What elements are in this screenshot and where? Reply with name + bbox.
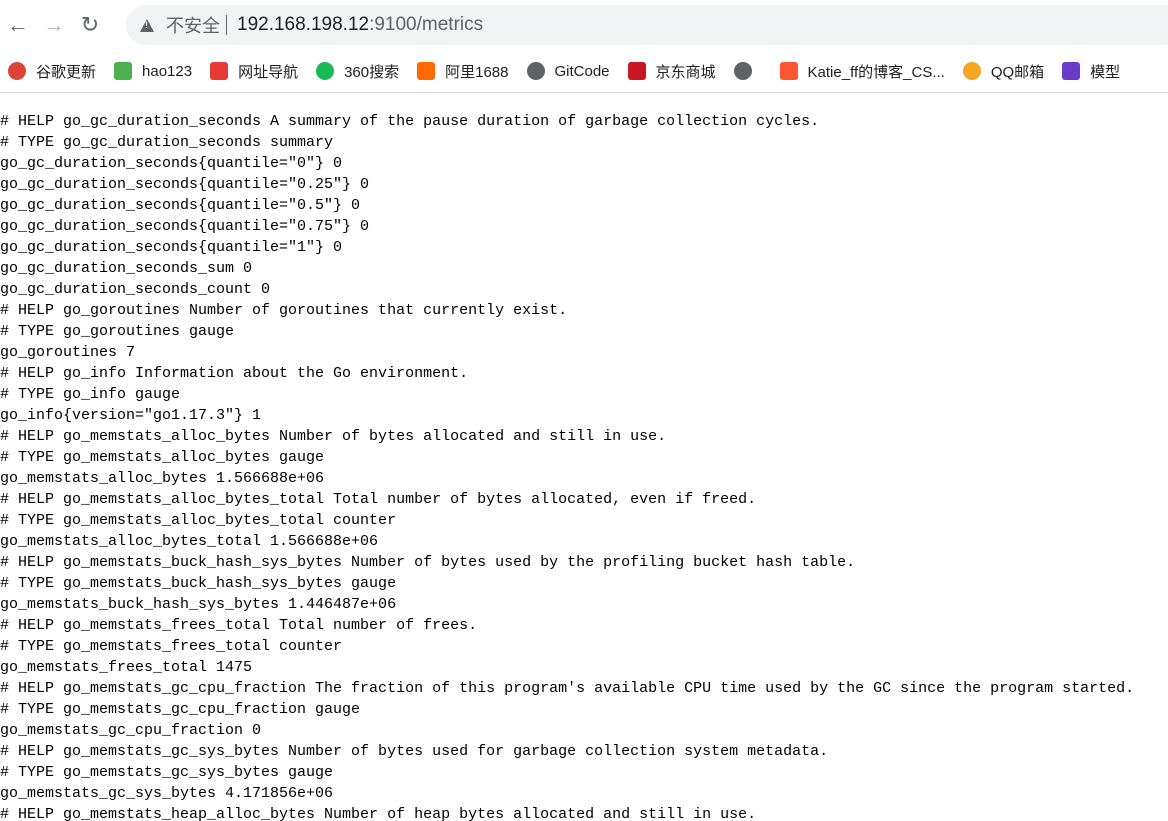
jd-icon bbox=[627, 62, 646, 80]
metric-value-line: go_memstats_buck_hash_sys_bytes 1.446487… bbox=[0, 596, 397, 613]
bookmark-item[interactable]: Katie_ff的博客_CS... bbox=[779, 61, 945, 82]
metric-value-line: go_gc_duration_seconds_count 0 bbox=[0, 281, 271, 298]
bookmark-item[interactable]: hao123 bbox=[114, 62, 192, 80]
metric-value-line: go_info{version="go1.17.3"} 1 bbox=[0, 407, 262, 424]
metric-value-line: go_gc_duration_seconds{quantile="0.75"} … bbox=[0, 218, 370, 235]
metric-comment-line: # HELP go_memstats_heap_alloc_bytes Numb… bbox=[0, 806, 757, 821]
metric-comment-line: # HELP go_memstats_alloc_bytes Number of… bbox=[0, 428, 667, 445]
bookmark-item[interactable]: 谷歌更新 bbox=[8, 61, 96, 82]
metric-comment-line: # TYPE go_info gauge bbox=[0, 386, 181, 403]
metric-value-line: go_gc_duration_seconds{quantile="0"} 0 bbox=[0, 155, 343, 172]
metric-comment-line: # HELP go_memstats_gc_cpu_fraction The f… bbox=[0, 680, 1135, 697]
metric-comment-line: # HELP go_goroutines Number of goroutine… bbox=[0, 302, 568, 319]
globe-icon bbox=[733, 62, 752, 80]
metric-comment-line: # TYPE go_memstats_gc_cpu_fraction gauge bbox=[0, 701, 361, 718]
url-path: :9100/metrics bbox=[369, 14, 484, 35]
bookmark-label: GitCode bbox=[554, 62, 610, 80]
metric-value-line: go_gc_duration_seconds{quantile="0.25"} … bbox=[0, 176, 370, 193]
bookmark-label: 谷歌更新 bbox=[36, 63, 97, 81]
divider bbox=[226, 15, 227, 35]
metric-comment-line: # TYPE go_memstats_frees_total counter bbox=[0, 638, 343, 655]
bookmarks-bar: 谷歌更新 hao123 网址导航 360搜索 阿里1688 GitCode 京东商城 Kati… bbox=[0, 50, 1168, 93]
bookmark-item[interactable]: QQ邮箱 bbox=[962, 61, 1045, 82]
security-label[interactable]: 不安全 bbox=[166, 12, 220, 38]
metric-value-line: go_memstats_alloc_bytes 1.566688e+06 bbox=[0, 470, 325, 487]
metric-comment-line: # TYPE go_memstats_alloc_bytes gauge bbox=[0, 449, 325, 466]
bookmark-label: Katie_ff的博客_CS... bbox=[807, 63, 945, 81]
metric-comment-line: # TYPE go_memstats_buck_hash_sys_bytes g… bbox=[0, 575, 397, 592]
bookmark-item[interactable] bbox=[733, 62, 762, 80]
address-bar[interactable]: 不安全 192.168.198.12:9100/metrics bbox=[126, 5, 1168, 45]
360-icon bbox=[316, 62, 335, 80]
chrome-icon bbox=[8, 62, 26, 80]
metric-value-line: go_gc_duration_seconds{quantile="0.5"} 0 bbox=[0, 197, 361, 214]
bookmark-label: 阿里1688 bbox=[445, 63, 509, 81]
metric-value-line: go_memstats_alloc_bytes_total 1.566688e+… bbox=[0, 533, 379, 550]
metric-comment-line: # HELP go_info Information about the Go … bbox=[0, 365, 469, 382]
metric-comment-line: # TYPE go_memstats_gc_sys_bytes gauge bbox=[0, 764, 334, 781]
back-icon[interactable]: ← bbox=[0, 7, 36, 43]
metric-comment-line: # TYPE go_gc_duration_seconds summary bbox=[0, 134, 334, 151]
bookmark-label: 模型 bbox=[1090, 63, 1121, 81]
csdn-icon bbox=[779, 62, 798, 80]
metric-value-line: go_gc_duration_seconds_sum 0 bbox=[0, 260, 253, 277]
bookmark-label: 360搜索 bbox=[344, 63, 400, 81]
2345-icon bbox=[210, 62, 229, 80]
qqmail-icon bbox=[962, 62, 981, 80]
warning-icon[interactable] bbox=[140, 18, 154, 32]
metric-comment-line: # HELP go_gc_duration_seconds A summary … bbox=[0, 113, 820, 130]
bookmark-item[interactable]: 阿里1688 bbox=[417, 61, 509, 82]
reload-icon[interactable]: ↻ bbox=[72, 7, 108, 43]
globe-icon bbox=[526, 62, 545, 80]
metrics-text: # HELP go_gc_duration_seconds A summary … bbox=[0, 93, 1168, 821]
bookmark-item[interactable]: 网址导航 bbox=[210, 61, 298, 82]
bookmark-item[interactable]: 360搜索 bbox=[316, 61, 399, 82]
url-host: 192.168.198.12 bbox=[237, 14, 370, 35]
metric-comment-line: # TYPE go_goroutines gauge bbox=[0, 323, 235, 340]
metric-comment-line: # HELP go_memstats_gc_sys_bytes Number o… bbox=[0, 743, 829, 760]
metric-comment-line: # HELP go_memstats_frees_total Total num… bbox=[0, 617, 478, 634]
metric-comment-line: # TYPE go_memstats_alloc_bytes_total cou… bbox=[0, 512, 397, 529]
browser-toolbar: ← → ↻ 不安全 192.168.198.12:9100/metrics bbox=[0, 0, 1168, 50]
bookmark-item[interactable]: GitCode bbox=[526, 62, 610, 80]
bookmark-label: QQ邮箱 bbox=[990, 63, 1045, 81]
hao123-icon bbox=[114, 62, 133, 80]
alibaba-icon bbox=[417, 62, 436, 80]
metric-comment-line: # HELP go_memstats_buck_hash_sys_bytes N… bbox=[0, 554, 856, 571]
bookmark-label: 网址导航 bbox=[238, 63, 299, 81]
url-text[interactable]: 192.168.198.12:9100/metrics bbox=[237, 14, 483, 36]
bookmark-item[interactable]: 模型 bbox=[1062, 61, 1120, 82]
bookmark-label: 京东商城 bbox=[655, 63, 716, 81]
metric-value-line: go_memstats_gc_sys_bytes 4.171856e+06 bbox=[0, 785, 334, 802]
zl-icon bbox=[1062, 62, 1081, 80]
metric-value-line: go_memstats_frees_total 1475 bbox=[0, 659, 253, 676]
bookmark-label: hao123 bbox=[142, 62, 193, 80]
metric-comment-line: # HELP go_memstats_alloc_bytes_total Tot… bbox=[0, 491, 757, 508]
metric-value-line: go_goroutines 7 bbox=[0, 344, 136, 361]
forward-icon[interactable]: → bbox=[36, 7, 72, 43]
bookmark-item[interactable]: 京东商城 bbox=[627, 61, 716, 82]
metric-value-line: go_gc_duration_seconds{quantile="1"} 0 bbox=[0, 239, 343, 256]
metric-value-line: go_memstats_gc_cpu_fraction 0 bbox=[0, 722, 262, 739]
